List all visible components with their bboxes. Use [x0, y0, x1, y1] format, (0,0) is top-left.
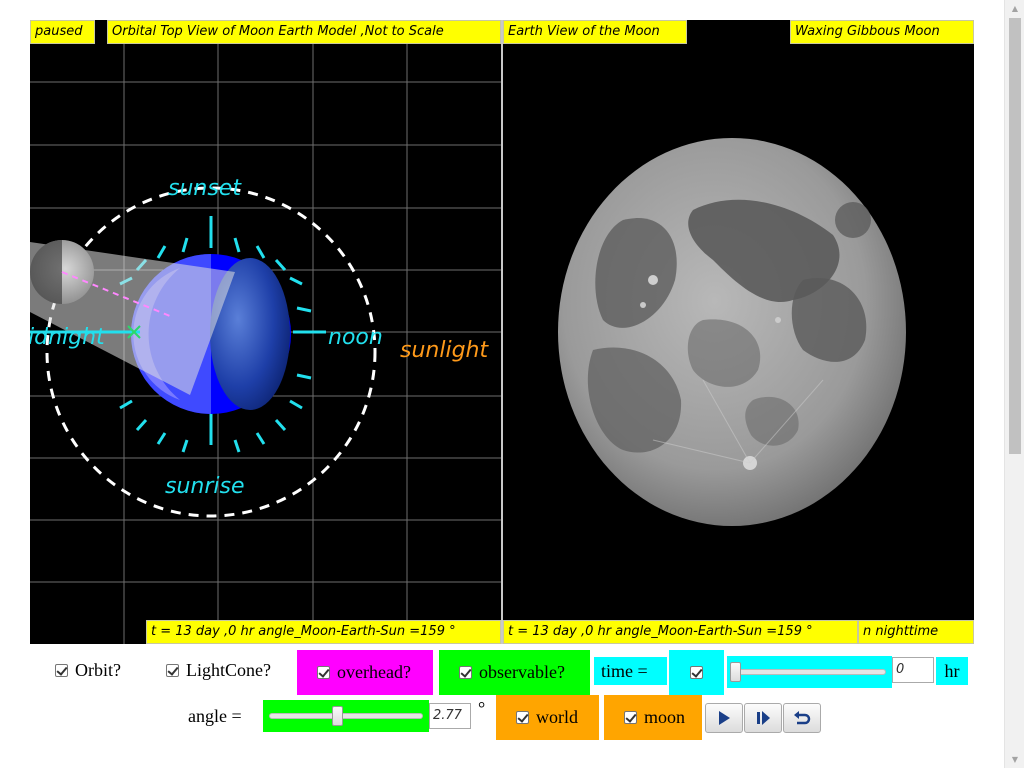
sunrise-label: sunrise — [165, 474, 245, 499]
observable-checkbox[interactable] — [459, 666, 472, 679]
angle-value-field[interactable]: 2.77 — [429, 703, 471, 729]
scrollbar-thumb[interactable] — [1009, 18, 1021, 454]
time-unit-box: hr — [936, 657, 968, 685]
moon-checkbox-control[interactable]: moon — [604, 695, 702, 740]
time-slider-thumb[interactable] — [730, 662, 741, 682]
moon-phase-label: Waxing Gibbous Moon — [790, 20, 974, 44]
step-forward-icon — [757, 711, 770, 725]
earth-view-time-angle-label: t = 13 day ,0 hr angle_Moon-Earth-Sun =1… — [503, 620, 858, 644]
moon-image — [558, 138, 906, 526]
step-forward-button[interactable] — [744, 703, 782, 733]
world-checkbox[interactable] — [516, 711, 529, 724]
orbital-view-canvas: sunset sunrise idnight noon sunlight — [30, 20, 501, 644]
status-label: paused — [30, 20, 95, 44]
angle-slider[interactable] — [263, 700, 429, 732]
orbital-view-title: Orbital Top View of Moon Earth Model ,No… — [107, 20, 501, 44]
angle-unit: ° — [478, 697, 486, 718]
play-button[interactable] — [705, 703, 743, 733]
time-checkbox-control[interactable] — [669, 650, 724, 695]
moon-view-canvas — [558, 138, 906, 526]
lightcone-checkbox-control[interactable]: LightCone? — [148, 651, 294, 689]
orbit-checkbox-control[interactable]: Orbit? — [55, 651, 145, 689]
orbital-top-view-panel[interactable]: sunset sunrise idnight noon sunlight pau… — [30, 20, 501, 644]
day-night-label: n nighttime — [858, 620, 974, 644]
midnight-label: idnight — [30, 325, 106, 350]
lightcone-checkbox[interactable] — [166, 663, 179, 677]
time-value-field[interactable]: 0 — [892, 657, 934, 683]
observable-checkbox-label: observable? — [479, 662, 565, 682]
time-checkbox[interactable] — [690, 666, 703, 679]
play-icon — [719, 711, 730, 725]
world-checkbox-label: world — [536, 707, 578, 727]
angle-label: angle = — [188, 705, 242, 726]
reset-icon — [794, 711, 811, 725]
lightcone-checkbox-label: LightCone? — [186, 659, 271, 680]
moon-checkbox[interactable] — [624, 711, 637, 724]
earth-view-panel[interactable]: Earth View of the Moon Waxing Gibbous Mo… — [503, 20, 974, 644]
world-checkbox-control[interactable]: world — [496, 695, 599, 740]
sunset-label: sunset — [168, 176, 242, 201]
time-label: time = — [601, 660, 648, 681]
moon-checkbox-label: moon — [644, 707, 686, 727]
page-scrollbar[interactable]: ▲ ▼ — [1004, 0, 1024, 768]
angle-unit-box: ° — [478, 693, 492, 723]
angle-label-box: angle = — [188, 697, 260, 735]
angle-slider-track — [269, 713, 423, 719]
overhead-checkbox[interactable] — [317, 666, 330, 679]
noon-label: noon — [328, 325, 383, 350]
observable-checkbox-control[interactable]: observable? — [439, 650, 590, 695]
orbital-time-angle-label: t = 13 day ,0 hr angle_Moon-Earth-Sun =1… — [146, 620, 501, 644]
scroll-up-icon[interactable]: ▲ — [1005, 0, 1024, 17]
angle-slider-thumb[interactable] — [331, 706, 343, 726]
reset-button[interactable] — [783, 703, 821, 733]
overhead-checkbox-control[interactable]: overhead? — [297, 650, 433, 695]
earth-view-title: Earth View of the Moon — [503, 20, 687, 44]
scroll-down-icon[interactable]: ▼ — [1005, 751, 1024, 768]
simulation-area: sunset sunrise idnight noon sunlight pau… — [30, 20, 974, 644]
orbit-checkbox-label: Orbit? — [75, 659, 121, 680]
time-slider[interactable] — [727, 656, 892, 688]
orbit-checkbox[interactable] — [55, 663, 68, 677]
time-unit: hr — [944, 660, 960, 681]
time-slider-track — [733, 669, 886, 675]
time-label-box: time = — [594, 657, 667, 685]
overhead-checkbox-label: overhead? — [337, 662, 411, 682]
sunlight-label: sunlight — [400, 338, 489, 363]
